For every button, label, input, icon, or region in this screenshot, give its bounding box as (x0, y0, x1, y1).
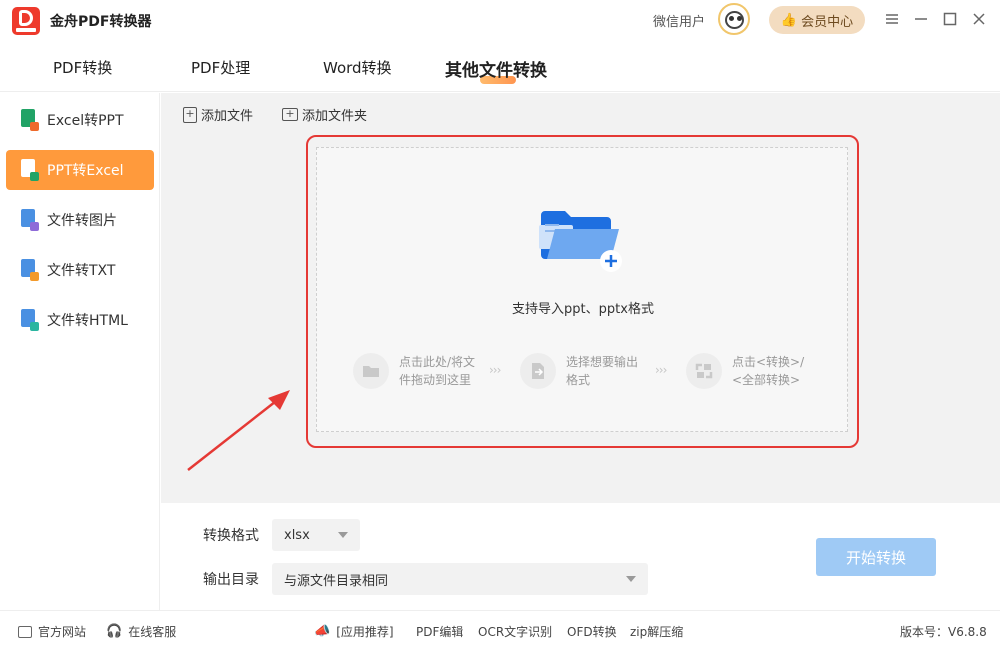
drop-zone-highlight: 支持导入ppt、pptx格式 点击此处/将文 件拖动到这里 ››› 选择想要输出格… (306, 135, 859, 448)
ppt-to-excel-icon (21, 159, 39, 181)
tab-word-convert[interactable]: Word转换 (323, 57, 392, 78)
step-2: 选择想要输出 格式 (520, 353, 638, 389)
app-title: 金舟PDF转换器 (50, 14, 152, 30)
status-bar: 官方网站 🎧 在线客服 📣 [应用推荐] PDF编辑 OCR文字识别 OFD转换… (0, 610, 1000, 650)
version-label: 版本号：V6.8.8 (900, 625, 987, 639)
app-recommend: 📣 [应用推荐] (314, 623, 394, 640)
maximize-icon[interactable] (941, 10, 959, 28)
app-logo-icon (12, 7, 40, 35)
monitor-icon (18, 625, 32, 638)
vip-center-label: 会员中心 (801, 14, 854, 30)
app-recommend-label: [应用推荐] (336, 625, 394, 639)
tab-other-convert[interactable]: 其他文件转换 (445, 56, 547, 81)
excel-to-ppt-icon (21, 109, 39, 131)
chevron-down-icon (338, 532, 348, 538)
format-select[interactable]: xlsx (272, 519, 360, 551)
official-website-label: 官方网站 (38, 625, 87, 639)
add-folder-button[interactable]: + 添加文件夹 (282, 105, 367, 124)
step-1: 点击此处/将文 件拖动到这里 (353, 353, 475, 389)
title-bar: 金舟PDF转换器 微信用户 👍 会员中心 (0, 0, 1000, 40)
sidebar-item-label: Excel转PPT (47, 113, 124, 129)
step-2-line-2: 格式 (566, 373, 591, 387)
file-to-html-icon (21, 309, 39, 331)
link-ocr[interactable]: OCR文字识别 (478, 623, 552, 640)
add-file-label: 添加文件 (201, 109, 254, 124)
thumbs-up-icon: 👍 (780, 12, 798, 28)
support-format-text: 支持导入ppt、pptx格式 (512, 302, 654, 317)
drop-zone[interactable]: 支持导入ppt、pptx格式 点击此处/将文 件拖动到这里 ››› 选择想要输出格… (316, 147, 848, 432)
output-dir-label: 输出目录 (203, 572, 259, 588)
step-3-line-1: 点击<转换>/ (732, 355, 805, 369)
output-dir-select[interactable]: 与源文件目录相同 (272, 563, 648, 595)
user-name[interactable]: 微信用户 (653, 11, 705, 30)
chevrons-icon: ››› (489, 363, 501, 377)
sidebar-item-label: 文件转图片 (47, 213, 117, 229)
link-pdf-edit[interactable]: PDF编辑 (416, 623, 463, 640)
main-panel: + 添加文件 + 添加文件夹 支持导入ppt、pptx格式 点击此处/将文 件拖动… (161, 93, 1000, 503)
sidebar: Excel转PPT PPT转Excel 文件转图片 文件转TXT 文件转HTML (0, 93, 160, 610)
sidebar-item-ppt-to-excel[interactable]: PPT转Excel (6, 150, 154, 190)
step-2-line-1: 选择想要输出 (566, 355, 639, 369)
output-settings: 转换格式 xlsx 输出目录 与源文件目录相同 开始转换 (161, 503, 1000, 610)
add-folder-label: 添加文件夹 (302, 109, 368, 124)
file-to-image-icon (21, 209, 39, 231)
menu-icon[interactable] (883, 10, 901, 28)
online-service-link[interactable]: 🎧 在线客服 (106, 623, 176, 640)
sidebar-item-label: 文件转HTML (47, 313, 128, 329)
step-3: 点击<转换>/ <全部转换> (686, 353, 804, 389)
file-export-icon (520, 353, 556, 389)
top-tabs: PDF转换 PDF处理 Word转换 其他文件转换 (0, 40, 1000, 92)
sidebar-item-label: 文件转TXT (47, 263, 116, 279)
link-zip[interactable]: zip解压缩 (630, 623, 683, 640)
online-service-label: 在线客服 (128, 625, 177, 639)
megaphone-icon: 📣 (314, 624, 331, 639)
avatar[interactable] (718, 3, 750, 35)
vip-center-button[interactable]: 👍 会员中心 (769, 6, 865, 34)
step-1-line-1: 点击此处/将文 (399, 355, 476, 369)
start-convert-button[interactable]: 开始转换 (816, 538, 936, 576)
sidebar-item-label: PPT转Excel (47, 163, 124, 179)
file-to-txt-icon (21, 259, 39, 281)
chevrons-icon: ››› (655, 363, 667, 377)
sidebar-item-file-to-txt[interactable]: 文件转TXT (6, 250, 154, 290)
close-icon[interactable] (970, 10, 988, 28)
folder-open-icon (353, 353, 389, 389)
add-folder-icon: + (282, 108, 298, 121)
tab-pdf-convert[interactable]: PDF转换 (53, 57, 112, 78)
output-dir-value: 与源文件目录相同 (284, 573, 389, 589)
step-3-line-2: <全部转换> (732, 373, 801, 387)
step-1-line-2: 件拖动到这里 (399, 373, 472, 387)
add-file-button[interactable]: + 添加文件 (183, 105, 253, 124)
format-label: 转换格式 (203, 528, 259, 544)
sidebar-item-file-to-image[interactable]: 文件转图片 (6, 200, 154, 240)
chevron-down-icon (626, 576, 636, 582)
folder-add-icon (539, 211, 622, 272)
minimize-icon[interactable] (912, 10, 930, 28)
convert-icon (686, 353, 722, 389)
tab-pdf-process[interactable]: PDF处理 (191, 57, 250, 78)
add-file-icon: + (183, 106, 197, 123)
headset-icon: 🎧 (106, 624, 123, 639)
format-value: xlsx (284, 527, 310, 543)
official-website-link[interactable]: 官方网站 (18, 623, 86, 640)
sidebar-item-excel-to-ppt[interactable]: Excel转PPT (6, 100, 154, 140)
link-ofd[interactable]: OFD转换 (567, 623, 617, 640)
sidebar-item-file-to-html[interactable]: 文件转HTML (6, 300, 154, 340)
